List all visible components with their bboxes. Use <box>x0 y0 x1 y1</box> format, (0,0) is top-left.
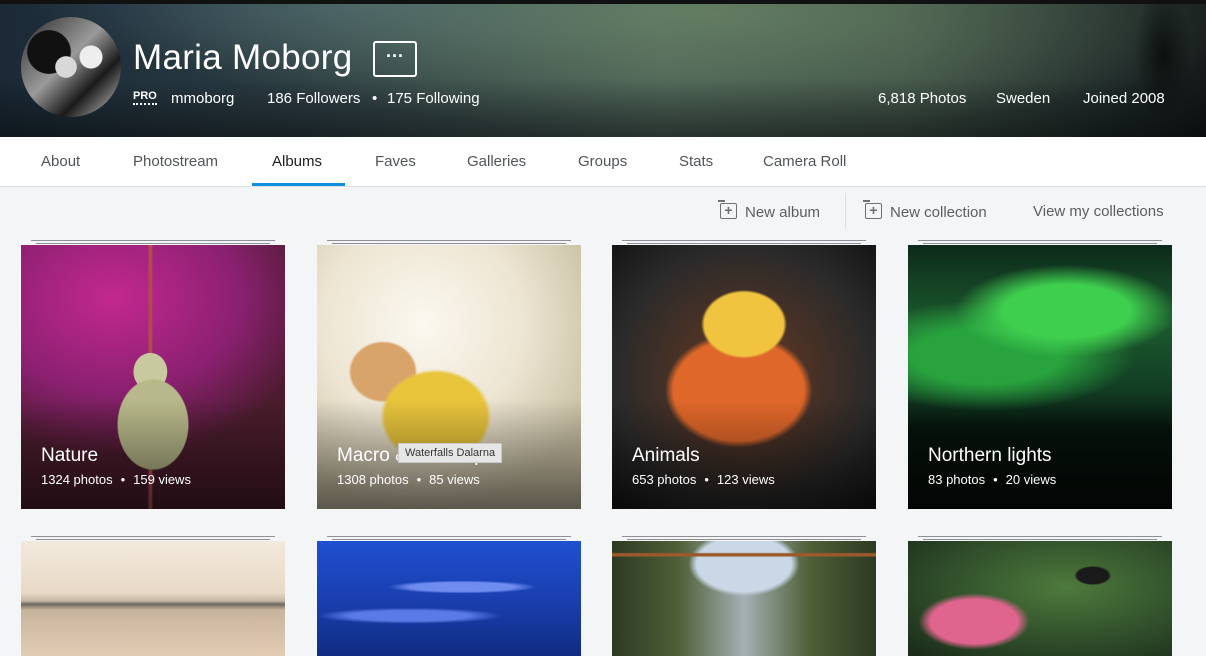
header-separator: • <box>372 90 378 107</box>
album-photo-count: 653 photos <box>632 472 697 487</box>
album-stack-line <box>327 240 571 241</box>
followers-link[interactable]: 186 Followers <box>267 90 360 107</box>
album-photo-count: 83 photos <box>928 472 986 487</box>
album-stats: 1308 photos • 85 views <box>337 472 480 487</box>
tab-camera-roll[interactable]: Camera Roll <box>763 137 846 186</box>
username: mmoborg <box>171 90 235 107</box>
album-stack-line <box>36 539 270 540</box>
album-card-water[interactable] <box>317 541 581 656</box>
album-stack-line <box>923 539 1157 540</box>
stats-separator: • <box>416 472 422 487</box>
tab-galleries[interactable]: Galleries <box>467 137 526 186</box>
album-stack-line <box>622 240 866 241</box>
new-collection-button[interactable]: New collection <box>863 200 987 221</box>
album-card-northern-lights[interactable]: Northern lights 83 photos • 20 views <box>908 245 1172 509</box>
album-card-macro[interactable]: Macro & close-up 1308 photos•85 views <box>317 245 581 509</box>
stats-separator: • <box>993 472 998 487</box>
album-card-bee[interactable] <box>908 541 1172 656</box>
tab-photostream[interactable]: Photostream <box>133 137 218 186</box>
album-stats: 83 photos • 20 views <box>928 472 1056 487</box>
album-stack-line <box>923 243 1157 244</box>
profile-tabs: About Photostream Albums Faves Galleries… <box>0 137 1206 187</box>
album-card-animals[interactable]: Animals 653 photos • 123 views <box>612 245 876 509</box>
album-stack-line <box>31 536 275 537</box>
stats-separator: • <box>704 472 709 487</box>
album-photo-count: 1308 photos <box>337 472 409 487</box>
album-view-count: 20 views <box>1005 472 1057 487</box>
album-card-lake[interactable] <box>21 541 285 656</box>
album-stack-line <box>627 243 861 244</box>
actions-divider <box>845 193 846 229</box>
more-options-button[interactable]: ··· <box>373 41 417 77</box>
album-photo-count: 1324 photos <box>41 472 113 487</box>
album-title: Northern lights <box>928 445 1052 466</box>
location: Sweden <box>996 90 1051 107</box>
album-view-count: 123 views <box>716 472 775 487</box>
album-stack-line <box>918 536 1162 537</box>
tab-about[interactable]: About <box>41 137 80 186</box>
following-link[interactable]: 175 Following <box>387 90 480 107</box>
album-card-nature[interactable]: Nature 1324 photos • 159 views <box>21 245 285 509</box>
album-view-count: 159 views <box>133 472 191 487</box>
tab-stats[interactable]: Stats <box>679 137 713 186</box>
add-collection-icon <box>863 200 882 219</box>
album-stack-line <box>332 243 566 244</box>
avatar[interactable] <box>21 17 121 117</box>
active-tab-indicator <box>252 183 345 186</box>
album-title: Animals <box>632 445 700 466</box>
view-collections-link[interactable]: View my collections <box>1033 203 1164 221</box>
photo-count: 6,818 Photos <box>878 90 967 107</box>
album-view-count: 85 views <box>429 472 480 487</box>
new-album-button[interactable]: New album <box>718 200 821 221</box>
joined-date: Joined 2008 <box>1083 90 1165 107</box>
album-stats: 653 photos • 123 views <box>632 472 775 487</box>
stats-separator: • <box>120 472 126 487</box>
album-stack-line <box>36 243 270 244</box>
album-stack-line <box>622 536 866 537</box>
new-collection-label: New collection <box>890 204 987 221</box>
album-stack-line <box>332 539 566 540</box>
album-stack-line <box>918 240 1162 241</box>
header-tree-silhouette <box>1128 0 1198 137</box>
tab-faves[interactable]: Faves <box>375 137 416 186</box>
tab-groups[interactable]: Groups <box>578 137 627 186</box>
album-stats: 1324 photos • 159 views <box>41 472 191 487</box>
new-album-label: New album <box>745 204 821 221</box>
album-title: Nature <box>41 445 99 466</box>
album-card-bridge[interactable] <box>612 541 876 656</box>
album-stack-line <box>31 240 275 241</box>
tab-albums[interactable]: Albums <box>272 137 322 186</box>
album-stack-line <box>327 536 571 537</box>
add-album-icon <box>718 200 737 219</box>
album-stack-line <box>627 539 861 540</box>
pro-badge[interactable]: PRO <box>133 90 157 105</box>
profile-name: Maria Moborg <box>133 38 353 77</box>
album-tooltip: Waterfalls Dalarna <box>398 443 503 463</box>
